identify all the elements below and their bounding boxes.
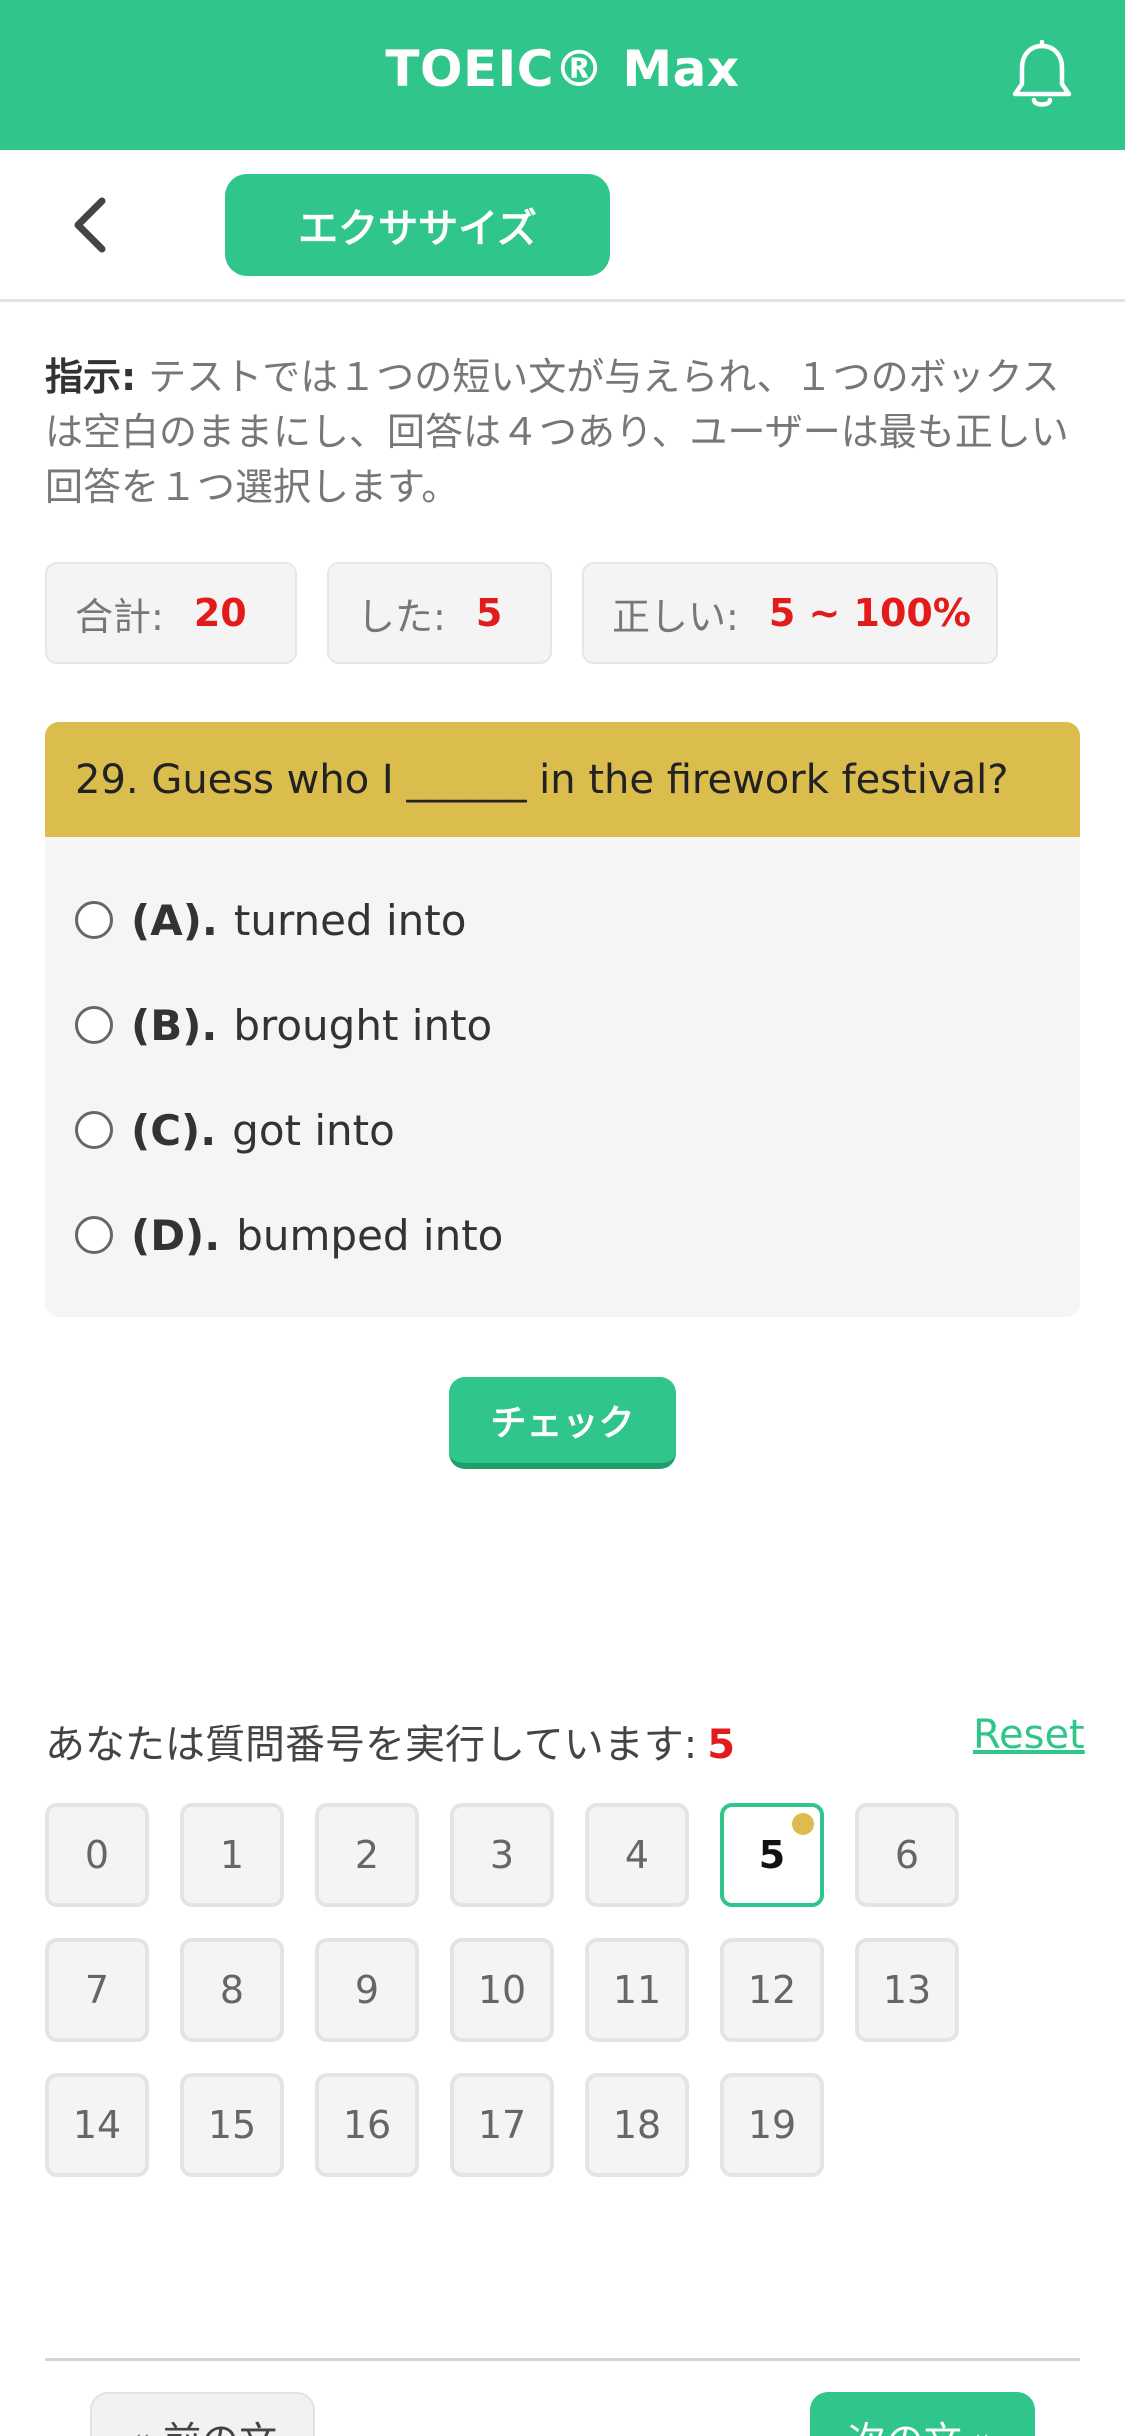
question-number-button[interactable]: 17 xyxy=(450,2073,554,2177)
stat-correct: 正しい: 5 ~ 100% xyxy=(582,562,998,664)
question-number-button[interactable]: 8 xyxy=(180,1938,284,2042)
question-number-button[interactable]: 14 xyxy=(45,2073,149,2177)
question-number-button[interactable]: 6 xyxy=(855,1803,959,1907)
prev-sentence-button[interactable]: « 前の文 xyxy=(90,2392,315,2436)
instructions-text: テストでは１つの短い文が与えられ、１つのボックスは空白のままにし、回答は４つあり… xyxy=(45,355,1069,509)
question-number-button[interactable]: 9 xyxy=(315,1938,419,2042)
option-text: turned into xyxy=(233,895,467,945)
progress-text: あなたは質問番号を実行しています: 5 xyxy=(45,1712,735,1770)
option-key: (D). xyxy=(131,1210,221,1260)
question-number-button[interactable]: 1 xyxy=(180,1803,284,1907)
question-number-button[interactable]: 7 xyxy=(45,1938,149,2042)
question-number-button[interactable]: 16 xyxy=(315,2073,419,2177)
radio-button[interactable] xyxy=(75,1006,113,1044)
next-sentence-button[interactable]: 次の文 » xyxy=(810,2392,1035,2436)
question-number-button[interactable]: 2 xyxy=(315,1803,419,1907)
question-number-label: 5 xyxy=(758,1833,786,1877)
check-button[interactable]: チェック xyxy=(449,1377,676,1469)
question-text: 29. Guess who I ______ in the firework f… xyxy=(45,722,1080,837)
option-key: (A). xyxy=(131,895,218,945)
radio-button[interactable] xyxy=(75,1111,113,1149)
option-d[interactable]: (D). bumped into xyxy=(75,1205,503,1265)
question-number-button-current[interactable]: 5 xyxy=(720,1803,824,1907)
app-title: TOEIC® Max xyxy=(385,40,740,98)
progress-current: 5 xyxy=(707,1722,736,1768)
question-number-button[interactable]: 3 xyxy=(450,1803,554,1907)
current-indicator-dot xyxy=(792,1813,814,1835)
stat-total-value: 20 xyxy=(193,591,247,635)
stat-correct-value: 5 ~ 100% xyxy=(768,591,971,635)
bell-icon[interactable] xyxy=(1010,40,1074,112)
question-number-button[interactable]: 10 xyxy=(450,1938,554,2042)
instructions: 指示: テストでは１つの短い文が与えられ、１つのボックスは空白のままにし、回答は… xyxy=(45,350,1080,515)
stat-done-value: 5 xyxy=(475,591,503,635)
question-number-button[interactable]: 18 xyxy=(585,2073,689,2177)
stat-done-label: した: xyxy=(357,594,446,639)
stat-total-label: 合計: xyxy=(75,594,164,639)
stat-done: した: 5 xyxy=(327,562,552,664)
option-b[interactable]: (B). brought into xyxy=(75,995,492,1055)
option-text: got into xyxy=(232,1105,395,1155)
option-a[interactable]: (A). turned into xyxy=(75,890,466,950)
option-key: (C). xyxy=(131,1105,217,1155)
question-number-button[interactable]: 0 xyxy=(45,1803,149,1907)
progress-label: あなたは質問番号を実行しています: xyxy=(45,1722,698,1768)
question-card: 29. Guess who I ______ in the firework f… xyxy=(45,722,1080,1317)
question-number-button[interactable]: 15 xyxy=(180,2073,284,2177)
reset-link[interactable]: Reset xyxy=(973,1712,1085,1758)
stat-total: 合計: 20 xyxy=(45,562,297,664)
divider xyxy=(45,2358,1080,2361)
sub-header: エクササイズ xyxy=(0,150,1125,302)
app-bar: TOEIC® Max xyxy=(0,0,1125,150)
option-text: brought into xyxy=(233,1000,493,1050)
question-number-button[interactable]: 13 xyxy=(855,1938,959,2042)
chevron-left-icon[interactable] xyxy=(62,195,122,255)
option-key: (B). xyxy=(131,1000,218,1050)
radio-button[interactable] xyxy=(75,1216,113,1254)
question-number-button[interactable]: 19 xyxy=(720,2073,824,2177)
question-number-button[interactable]: 4 xyxy=(585,1803,689,1907)
instructions-label: 指示: xyxy=(45,355,137,399)
question-number-button[interactable]: 12 xyxy=(720,1938,824,2042)
option-text: bumped into xyxy=(236,1210,504,1260)
option-c[interactable]: (C). got into xyxy=(75,1100,395,1160)
question-number-button[interactable]: 11 xyxy=(585,1938,689,2042)
tab-exercise[interactable]: エクササイズ xyxy=(225,174,610,276)
radio-button[interactable] xyxy=(75,901,113,939)
stat-correct-label: 正しい: xyxy=(612,594,739,639)
